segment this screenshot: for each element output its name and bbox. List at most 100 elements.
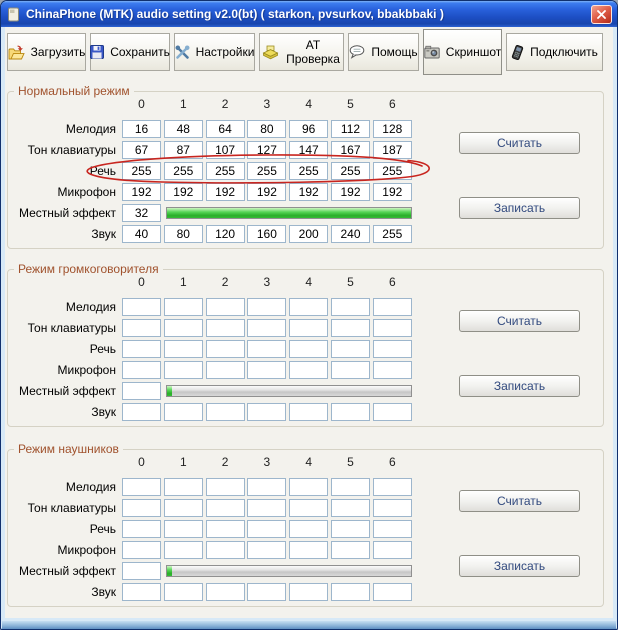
keytone-cell[interactable] bbox=[373, 319, 412, 337]
keytone-cell[interactable] bbox=[122, 141, 161, 159]
keytone-cell[interactable] bbox=[164, 499, 203, 517]
speech-cell[interactable] bbox=[122, 340, 161, 358]
sidetone-cell[interactable] bbox=[122, 204, 161, 222]
keytone-cell[interactable] bbox=[373, 499, 412, 517]
sound-cell[interactable] bbox=[373, 583, 412, 601]
melody-cell[interactable] bbox=[206, 120, 245, 138]
sound-cell[interactable] bbox=[164, 583, 203, 601]
mic-cell[interactable] bbox=[122, 541, 161, 559]
sound-cell[interactable] bbox=[206, 583, 245, 601]
speech-cell[interactable] bbox=[289, 162, 328, 180]
sound-cell[interactable] bbox=[206, 403, 245, 421]
sound-cell[interactable] bbox=[331, 583, 370, 601]
mic-cell[interactable] bbox=[373, 541, 412, 559]
melody-cell[interactable] bbox=[122, 120, 161, 138]
sound-cell[interactable] bbox=[289, 583, 328, 601]
keytone-cell[interactable] bbox=[331, 141, 370, 159]
melody-cell[interactable] bbox=[331, 478, 370, 496]
melody-cell[interactable] bbox=[164, 120, 203, 138]
speech-cell[interactable] bbox=[331, 162, 370, 180]
sound-cell[interactable] bbox=[122, 403, 161, 421]
mic-cell[interactable] bbox=[331, 541, 370, 559]
sound-cell[interactable] bbox=[122, 225, 161, 243]
mic-cell[interactable] bbox=[206, 541, 245, 559]
sound-cell[interactable] bbox=[164, 403, 203, 421]
sound-cell[interactable] bbox=[247, 583, 286, 601]
write-button[interactable]: Записать bbox=[459, 197, 580, 219]
melody-cell[interactable] bbox=[122, 478, 161, 496]
speech-cell[interactable] bbox=[289, 340, 328, 358]
speech-cell[interactable] bbox=[122, 162, 161, 180]
mic-cell[interactable] bbox=[331, 183, 370, 201]
sound-cell[interactable] bbox=[247, 225, 286, 243]
speech-cell[interactable] bbox=[122, 520, 161, 538]
sound-cell[interactable] bbox=[289, 225, 328, 243]
mic-cell[interactable] bbox=[373, 183, 412, 201]
mic-cell[interactable] bbox=[206, 361, 245, 379]
mic-cell[interactable] bbox=[331, 361, 370, 379]
mic-cell[interactable] bbox=[247, 361, 286, 379]
mic-cell[interactable] bbox=[164, 541, 203, 559]
mic-cell[interactable] bbox=[122, 361, 161, 379]
keytone-cell[interactable] bbox=[122, 499, 161, 517]
mic-cell[interactable] bbox=[164, 183, 203, 201]
at-check-button[interactable]: AT Проверка bbox=[259, 33, 344, 71]
speech-cell[interactable] bbox=[164, 520, 203, 538]
keytone-cell[interactable] bbox=[122, 319, 161, 337]
mic-cell[interactable] bbox=[289, 361, 328, 379]
mic-cell[interactable] bbox=[122, 183, 161, 201]
melody-cell[interactable] bbox=[206, 478, 245, 496]
read-button[interactable]: Считать bbox=[459, 132, 580, 154]
sound-cell[interactable] bbox=[373, 225, 412, 243]
sound-cell[interactable] bbox=[331, 225, 370, 243]
speech-cell[interactable] bbox=[247, 162, 286, 180]
keytone-cell[interactable] bbox=[206, 319, 245, 337]
write-button[interactable]: Записать bbox=[459, 555, 580, 577]
melody-cell[interactable] bbox=[122, 298, 161, 316]
settings-button[interactable]: Настройки bbox=[174, 33, 255, 71]
load-button[interactable]: Загрузить bbox=[7, 33, 86, 71]
sound-cell[interactable] bbox=[164, 225, 203, 243]
sound-cell[interactable] bbox=[247, 403, 286, 421]
keytone-cell[interactable] bbox=[247, 141, 286, 159]
close-button[interactable] bbox=[591, 5, 612, 24]
keytone-cell[interactable] bbox=[289, 499, 328, 517]
melody-cell[interactable] bbox=[289, 120, 328, 138]
melody-cell[interactable] bbox=[373, 120, 412, 138]
melody-cell[interactable] bbox=[247, 478, 286, 496]
speech-cell[interactable] bbox=[206, 340, 245, 358]
speech-cell[interactable] bbox=[206, 162, 245, 180]
read-button[interactable]: Считать bbox=[459, 310, 580, 332]
mic-cell[interactable] bbox=[164, 361, 203, 379]
mic-cell[interactable] bbox=[206, 183, 245, 201]
connect-button[interactable]: Подключить bbox=[506, 33, 603, 71]
keytone-cell[interactable] bbox=[206, 141, 245, 159]
melody-cell[interactable] bbox=[247, 120, 286, 138]
speech-cell[interactable] bbox=[331, 340, 370, 358]
screenshot-button[interactable]: Скриншот bbox=[423, 29, 502, 75]
help-button[interactable]: Помощь bbox=[348, 33, 419, 71]
save-button[interactable]: Сохранить bbox=[90, 33, 170, 71]
sidetone-cell[interactable] bbox=[122, 562, 161, 580]
keytone-cell[interactable] bbox=[289, 141, 328, 159]
melody-cell[interactable] bbox=[289, 298, 328, 316]
sound-cell[interactable] bbox=[206, 225, 245, 243]
melody-cell[interactable] bbox=[331, 298, 370, 316]
speech-cell[interactable] bbox=[206, 520, 245, 538]
keytone-cell[interactable] bbox=[373, 141, 412, 159]
keytone-cell[interactable] bbox=[206, 499, 245, 517]
mic-cell[interactable] bbox=[373, 361, 412, 379]
sound-cell[interactable] bbox=[373, 403, 412, 421]
read-button[interactable]: Считать bbox=[459, 490, 580, 512]
keytone-cell[interactable] bbox=[164, 319, 203, 337]
speech-cell[interactable] bbox=[247, 520, 286, 538]
keytone-cell[interactable] bbox=[289, 319, 328, 337]
mic-cell[interactable] bbox=[289, 183, 328, 201]
keytone-cell[interactable] bbox=[164, 141, 203, 159]
melody-cell[interactable] bbox=[164, 478, 203, 496]
keytone-cell[interactable] bbox=[331, 499, 370, 517]
speech-cell[interactable] bbox=[331, 520, 370, 538]
keytone-cell[interactable] bbox=[331, 319, 370, 337]
melody-cell[interactable] bbox=[206, 298, 245, 316]
mic-cell[interactable] bbox=[289, 541, 328, 559]
